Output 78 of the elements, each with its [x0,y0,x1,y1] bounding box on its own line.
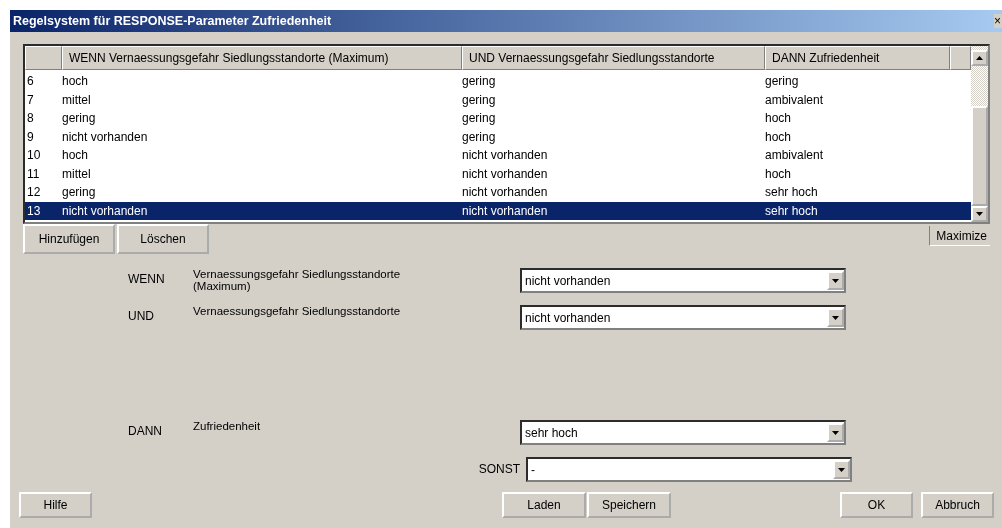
table-cell-text: gering [62,184,97,201]
table-cell-text: hoch [62,73,90,90]
row-number: 10 [26,147,42,164]
column-header: UND Vernaessungsgefahr Siedlungsstandorte [462,46,765,70]
dropdown[interactable]: - [526,457,852,482]
table-cell-text: mittel [62,165,92,183]
table-cell-text: mittel [62,91,92,109]
table-button[interactable]: Löschen [117,224,209,254]
table-cell-text: hoch [62,147,90,164]
table-cell-text: gering [765,73,800,90]
table-cell-text: nicht vorhanden [462,147,549,164]
parameter-label: Zufriedenheit [193,420,262,432]
arrow-up-icon [976,56,983,60]
table-row[interactable]: 11 mittel nicht vorhanden hoch [25,164,971,183]
table-cell-text: nicht vorhanden [62,128,149,146]
table-cell-text: nicht vorhanden [462,202,549,220]
scroll-up-button[interactable] [971,50,988,66]
table-row[interactable]: 13 nicht vorhanden nicht vorhanden sehr hoch [25,201,971,220]
row-number: 6 [26,73,35,90]
table-row[interactable]: 12 gering nicht vorhanden sehr hoch [25,183,971,202]
dialog-button[interactable]: Hilfe [19,492,92,518]
table-cell-text: sehr hoch [765,202,819,220]
table-cell-text: ambivalent [765,147,825,164]
scroll-thumb[interactable] [971,106,988,206]
row-number: 11 [26,165,41,183]
otherwise-label: SONST [477,461,520,476]
maximize-button[interactable]: Maximize [929,226,990,246]
arrow-down-icon [976,212,983,216]
row-number: 8 [26,110,35,127]
dropdown[interactable]: sehr hoch [520,420,846,445]
table-row[interactable]: 8 gering gering hoch [25,109,971,128]
dialog-button[interactable]: Abbruch [921,492,994,518]
dropdown-button[interactable] [833,460,850,479]
dialog-button[interactable]: Speichern [587,492,671,518]
dropdown[interactable]: nicht vorhanden [520,268,846,293]
table-row[interactable]: 10 hoch nicht vorhanden ambivalent [25,146,971,165]
keyword-label: WENN [128,271,166,286]
table-cell-text: ambivalent [765,91,825,109]
table-cell-text: nicht vorhanden [62,202,149,220]
table-cell-text: gering [462,91,497,109]
table-cell-text: hoch [765,110,793,127]
table-cell-text: hoch [765,165,793,183]
row-number: 7 [26,91,35,109]
scrollbar[interactable] [971,46,988,222]
table-cell-text: gering [462,128,497,146]
column-header: WENN Vernaessungsgefahr Siedlungsstandorte (Maximum) [62,46,462,70]
table-row[interactable]: 7 mittel gering ambivalent [25,90,971,109]
dropdown[interactable]: nicht vorhanden [520,305,846,330]
caret-icon [832,430,839,435]
dialog-button[interactable]: Laden [502,492,586,518]
caret-icon [832,278,839,283]
scroll-down-button[interactable] [971,206,988,222]
dialog-button[interactable]: OK [840,492,913,518]
table-cell-text: nicht vorhanden [462,184,549,201]
row-number: 12 [26,184,42,201]
caret-icon [832,315,839,320]
keyword-label: UND [128,308,155,323]
keyword-label: DANN [128,423,163,438]
table-cell-text: gering [462,110,497,127]
dropdown-button[interactable] [827,308,844,327]
window-title: Regelsystem für RESPONSE-Parameter Zufriedenheit [12,14,332,28]
table-cell-text: gering [462,73,497,90]
table-cell-text: nicht vorhanden [462,165,549,183]
dropdown-button[interactable] [827,271,844,290]
column-header: DANN Zufriedenheit [765,46,950,70]
row-number: 9 [26,128,35,146]
parameter-label: Vernaessungsgefahr Siedlungsstandorte (Maximum) [193,268,402,292]
table-cell-text: gering [62,110,97,127]
table-cell-text: sehr hoch [765,184,819,201]
row-number: 13 [26,202,42,220]
caret-icon [838,467,845,472]
parameter-label: Vernaessungsgefahr Siedlungsstandorte [193,305,402,317]
table-row[interactable]: 6 hoch gering gering [25,72,971,91]
table-row[interactable]: 9 nicht vorhanden gering hoch [25,127,971,146]
table-button[interactable]: Hinzufügen [23,224,115,254]
dropdown-button[interactable] [827,423,844,442]
close-button[interactable]: × [994,14,1002,28]
table-cell-text: hoch [765,128,793,146]
